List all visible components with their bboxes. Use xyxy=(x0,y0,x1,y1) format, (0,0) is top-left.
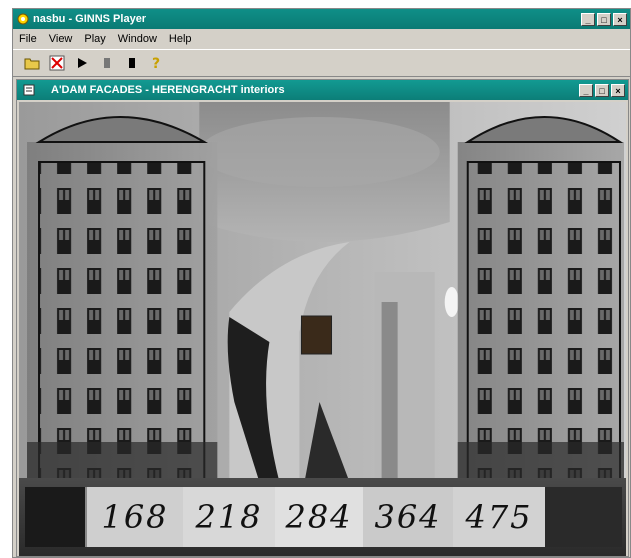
menu-help[interactable]: Help xyxy=(169,33,192,45)
close-button[interactable]: × xyxy=(613,12,627,26)
menu-view[interactable]: View xyxy=(49,33,73,45)
play-button[interactable] xyxy=(71,53,93,73)
stop-icon xyxy=(129,58,135,68)
menu-bar: File View Play Window Help xyxy=(13,30,630,48)
menu-file[interactable]: File xyxy=(19,33,37,45)
minimize-button[interactable]: _ xyxy=(581,12,595,26)
help-icon: ? xyxy=(152,56,160,71)
stop-x-icon xyxy=(49,55,65,71)
child-titlebar: A'DAM FACADES - HERENGRACHT interiors _ … xyxy=(17,80,628,100)
child-title: A'DAM FACADES - HERENGRACHT interiors xyxy=(51,84,285,96)
open-button[interactable] xyxy=(21,53,43,73)
child-close-button[interactable]: × xyxy=(611,83,625,97)
pause-icon xyxy=(104,58,110,68)
app-title: nasbu - GINNS Player xyxy=(33,13,147,25)
svg-text:?: ? xyxy=(152,56,160,71)
menu-play[interactable]: Play xyxy=(84,33,105,45)
left-facade-drawing xyxy=(27,116,218,483)
maximize-button[interactable]: □ xyxy=(597,12,611,26)
open-folder-icon xyxy=(24,58,40,70)
right-facade-drawing xyxy=(457,116,624,483)
house-number-284[interactable]: 284 xyxy=(275,487,363,547)
app-window: nasbu - GINNS Player _ □ × File View Pla… xyxy=(12,8,631,558)
document-icon xyxy=(23,84,35,96)
app-titlebar: nasbu - GINNS Player _ □ × xyxy=(13,9,630,29)
toolbar: ? xyxy=(13,49,630,77)
house-number-168[interactable]: 168 xyxy=(87,487,183,547)
house-number-218[interactable]: 218 xyxy=(183,487,275,547)
child-maximize-button[interactable]: □ xyxy=(595,83,609,97)
scene-viewport[interactable]: 168 218 284 364 475 xyxy=(19,102,626,556)
stop-button[interactable] xyxy=(121,53,143,73)
house-number-364[interactable]: 364 xyxy=(363,487,453,547)
house-number-475[interactable]: 475 xyxy=(453,487,545,547)
child-minimize-button[interactable]: _ xyxy=(579,83,593,97)
play-icon xyxy=(78,58,87,68)
strip-end-left xyxy=(25,487,87,547)
stop-x-button[interactable] xyxy=(46,53,68,73)
pause-button[interactable] xyxy=(96,53,118,73)
help-button[interactable]: ? xyxy=(146,53,168,73)
house-number-strip: 168 218 284 364 475 xyxy=(19,478,626,556)
menu-window[interactable]: Window xyxy=(118,33,157,45)
app-icon xyxy=(17,13,29,25)
strip-end-right xyxy=(545,487,622,547)
child-window: A'DAM FACADES - HERENGRACHT interiors _ … xyxy=(16,79,629,557)
